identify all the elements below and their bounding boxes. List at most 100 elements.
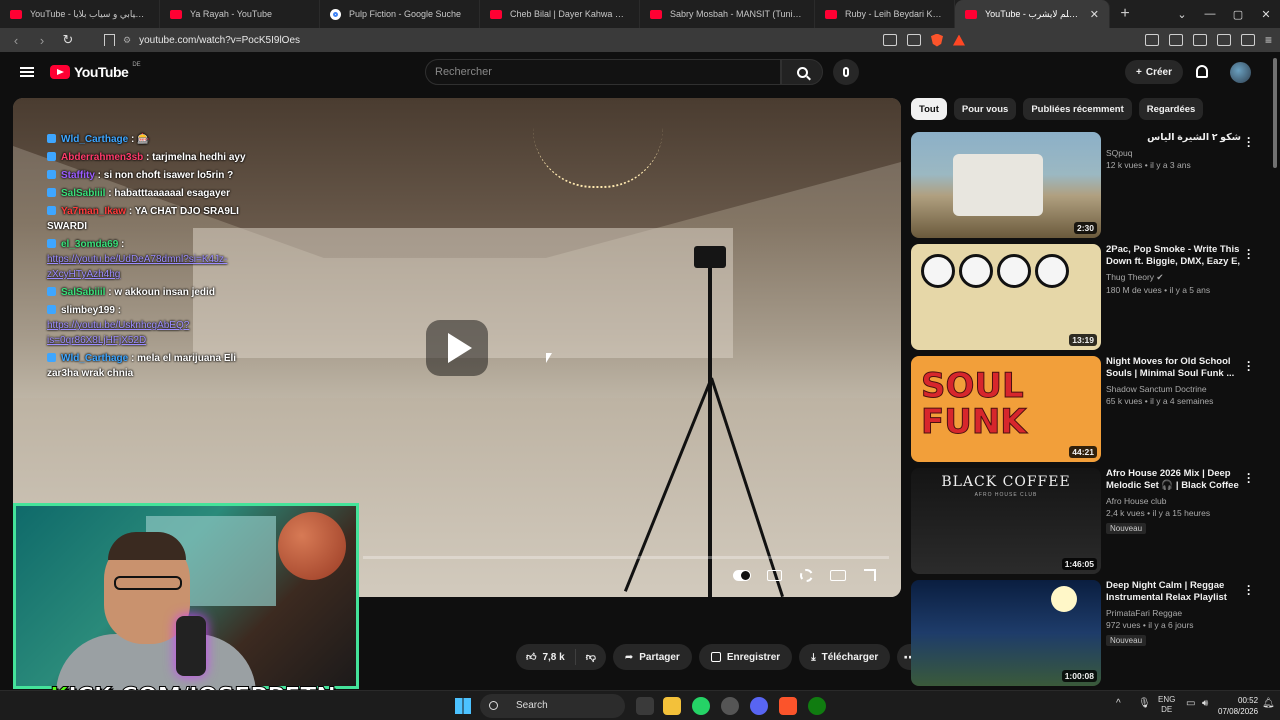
volume-icon[interactable]: 🔊︎	[1202, 699, 1208, 709]
filter-chip[interactable]: Regardées	[1138, 98, 1204, 120]
obs-icon[interactable]	[721, 697, 739, 715]
fullscreen-button[interactable]	[861, 568, 879, 582]
brave-shields-icon[interactable]	[930, 33, 943, 47]
windows-start-icon[interactable]	[455, 698, 471, 714]
video-title[interactable]: Night Moves for Old School Souls | Minim…	[1106, 356, 1241, 380]
bookmark-icon[interactable]	[104, 34, 115, 46]
url-bar[interactable]: ⚙ youtube.com/watch?v=PocK5I9lOes	[86, 30, 873, 50]
video-options-icon[interactable]: · · ·	[1244, 244, 1254, 264]
tray-mic-icon[interactable]: 🎙︎	[1138, 699, 1151, 709]
maximize-button[interactable]: ▢	[1224, 8, 1252, 21]
whatsapp-icon[interactable]	[692, 697, 710, 715]
recommended-video[interactable]: 13:19 2Pac, Pop Smoke - Write This Down f…	[911, 244, 1261, 356]
video-title[interactable]: 2Pac, Pop Smoke - Write This Down ft. Bi…	[1106, 244, 1241, 268]
filter-chip[interactable]: Tout	[911, 98, 947, 120]
language-indicator[interactable]: ENG DE	[1158, 695, 1175, 715]
channel-name[interactable]: Shadow Sanctum Doctrine	[1106, 384, 1207, 394]
window-controls: ⌄ — ▢ ✕	[1168, 8, 1280, 21]
video-thumbnail[interactable]: SOUL FUNK 44:21	[911, 356, 1101, 462]
browser-tab[interactable]: YouTube - المسلم لايشرب... ✕	[955, 0, 1110, 28]
video-options-icon[interactable]: · · ·	[1244, 132, 1254, 152]
recommended-video[interactable]: SOUL FUNK 44:21 Night Moves for Old School…	[911, 356, 1261, 468]
search-input[interactable]: Rechercher	[425, 59, 781, 85]
settings-button[interactable]	[797, 568, 815, 582]
video-title[interactable]: شكو ٢ الشيرة الياس	[1106, 132, 1241, 144]
xbox-icon[interactable]	[808, 697, 826, 715]
save-button[interactable]: Enregistrer	[698, 644, 793, 670]
file-explorer-icon[interactable]	[663, 697, 681, 715]
subtitles-button[interactable]	[765, 568, 783, 582]
task-view-icon[interactable]	[636, 697, 654, 715]
tray-overflow-icon[interactable]: ^	[1116, 699, 1121, 709]
taskbar-search[interactable]: Search	[480, 694, 625, 718]
browser-tab[interactable]: Pulp Fiction - Google Suche	[320, 0, 480, 28]
share-button[interactable]: ➦ Partager	[612, 644, 692, 670]
video-options-icon[interactable]: · · ·	[1244, 356, 1254, 376]
progress-bar[interactable]	[363, 556, 889, 559]
minimize-button[interactable]: —	[1196, 8, 1224, 21]
guide-menu-icon[interactable]	[20, 67, 34, 77]
notifications-icon[interactable]: 🔔︎	[1262, 699, 1275, 709]
close-tab-icon[interactable]: ✕	[1090, 8, 1099, 21]
channel-name[interactable]: Thug Theory	[1106, 272, 1154, 282]
channel-name[interactable]: Afro House club	[1106, 496, 1166, 506]
video-title[interactable]: Deep Night Calm | Reggae Instrumental Re…	[1106, 580, 1241, 604]
create-button[interactable]: + Créer	[1125, 60, 1183, 84]
youtube-logo[interactable]: YouTube DE	[50, 62, 141, 80]
browser-tab[interactable]: Ruby - Leih Beydari Keda (Official M	[815, 0, 955, 28]
new-tab-button[interactable]: +	[1110, 5, 1140, 23]
discord-icon[interactable]	[750, 697, 768, 715]
network-icon[interactable]: ▭	[1186, 699, 1195, 709]
video-thumbnail[interactable]: BLACK COFFEE AFRO HOUSE CLUB 1:46:05	[911, 468, 1101, 574]
dislike-button[interactable]: 👎︎	[576, 651, 606, 663]
filter-chip[interactable]: Pour vous	[953, 98, 1017, 120]
browser-tab[interactable]: Sabry Mosbah - MANSIT (Tunisian M	[640, 0, 815, 28]
recommended-video[interactable]: 1:00:08 Deep Night Calm | Reggae Instrume…	[911, 580, 1261, 692]
theater-mode-button[interactable]	[829, 568, 847, 582]
avatar[interactable]	[1230, 62, 1251, 83]
back-button[interactable]: ‹	[8, 33, 24, 48]
like-button[interactable]: 👍︎ 7,8 k	[516, 649, 576, 665]
video-options-icon[interactable]: · · ·	[1244, 468, 1254, 488]
video-thumbnail[interactable]: 1:00:08	[911, 580, 1101, 686]
channel-name[interactable]: SQpuq	[1106, 148, 1132, 158]
voice-search-button[interactable]	[833, 59, 859, 85]
browser-tab[interactable]: YouTube - انتي سيابي و سياب بلايا	[0, 0, 160, 28]
notifications-bell-icon[interactable]	[1196, 65, 1208, 78]
video-thumbnail[interactable]: 13:19	[911, 244, 1101, 350]
leo-ai-icon[interactable]	[1216, 34, 1231, 46]
brave-browser-icon[interactable]	[779, 697, 797, 715]
filter-chip[interactable]: Publiées récemment	[1023, 98, 1132, 120]
page-scrollbar[interactable]	[1270, 52, 1280, 692]
channel-name[interactable]: PrimataFari Reggae	[1106, 608, 1182, 618]
browser-tab[interactable]: Ya Rayah - YouTube	[160, 0, 320, 28]
chat-message: Wld_Carthage : mela el marijuana Eli zar…	[47, 351, 247, 381]
video-title[interactable]: Afro House 2026 Mix | Deep Melodic Set 🎧…	[1106, 468, 1241, 492]
close-window-button[interactable]: ✕	[1252, 8, 1280, 21]
site-info-icon[interactable]: ⚙	[123, 35, 131, 46]
system-clock[interactable]: 00:52 07/08/2026	[1218, 695, 1258, 717]
search-button[interactable]	[781, 59, 823, 85]
video-options-icon[interactable]: · · ·	[1244, 580, 1254, 600]
plus-icon: +	[1136, 66, 1142, 78]
video-thumbnail[interactable]: 2:30	[911, 132, 1101, 238]
play-button[interactable]	[426, 320, 488, 376]
tab-search-icon[interactable]: ⌄	[1168, 8, 1196, 21]
sidebar-icon[interactable]	[1168, 34, 1183, 46]
browser-tab[interactable]: Cheb Bilal | Dayer Kahwa We Cha3e	[480, 0, 640, 28]
media-icon[interactable]	[1144, 34, 1159, 46]
forward-button[interactable]: ›	[34, 33, 50, 48]
autoplay-toggle[interactable]	[733, 568, 751, 582]
cast-icon[interactable]	[906, 34, 921, 46]
translate-icon[interactable]	[882, 34, 897, 46]
vpn-icon[interactable]	[1240, 34, 1255, 46]
recommended-video[interactable]: BLACK COFFEE AFRO HOUSE CLUB 1:46:05 Afro H…	[911, 468, 1261, 580]
chat-text: : habatttaaaaaal esagayer	[105, 188, 230, 199]
reload-button[interactable]: ↻	[60, 32, 76, 48]
wallet-icon[interactable]	[1192, 34, 1207, 46]
youtube-header: YouTube DE Rechercher + Créer	[0, 52, 1280, 92]
recommended-video[interactable]: 2:30 شكو ٢ الشيرة الياس SQpuq 12 k vues • i…	[911, 132, 1261, 244]
brave-rewards-icon[interactable]	[952, 34, 965, 46]
menu-icon[interactable]: ≡	[1265, 33, 1272, 47]
download-button[interactable]: ⤓ Télécharger	[799, 644, 891, 670]
